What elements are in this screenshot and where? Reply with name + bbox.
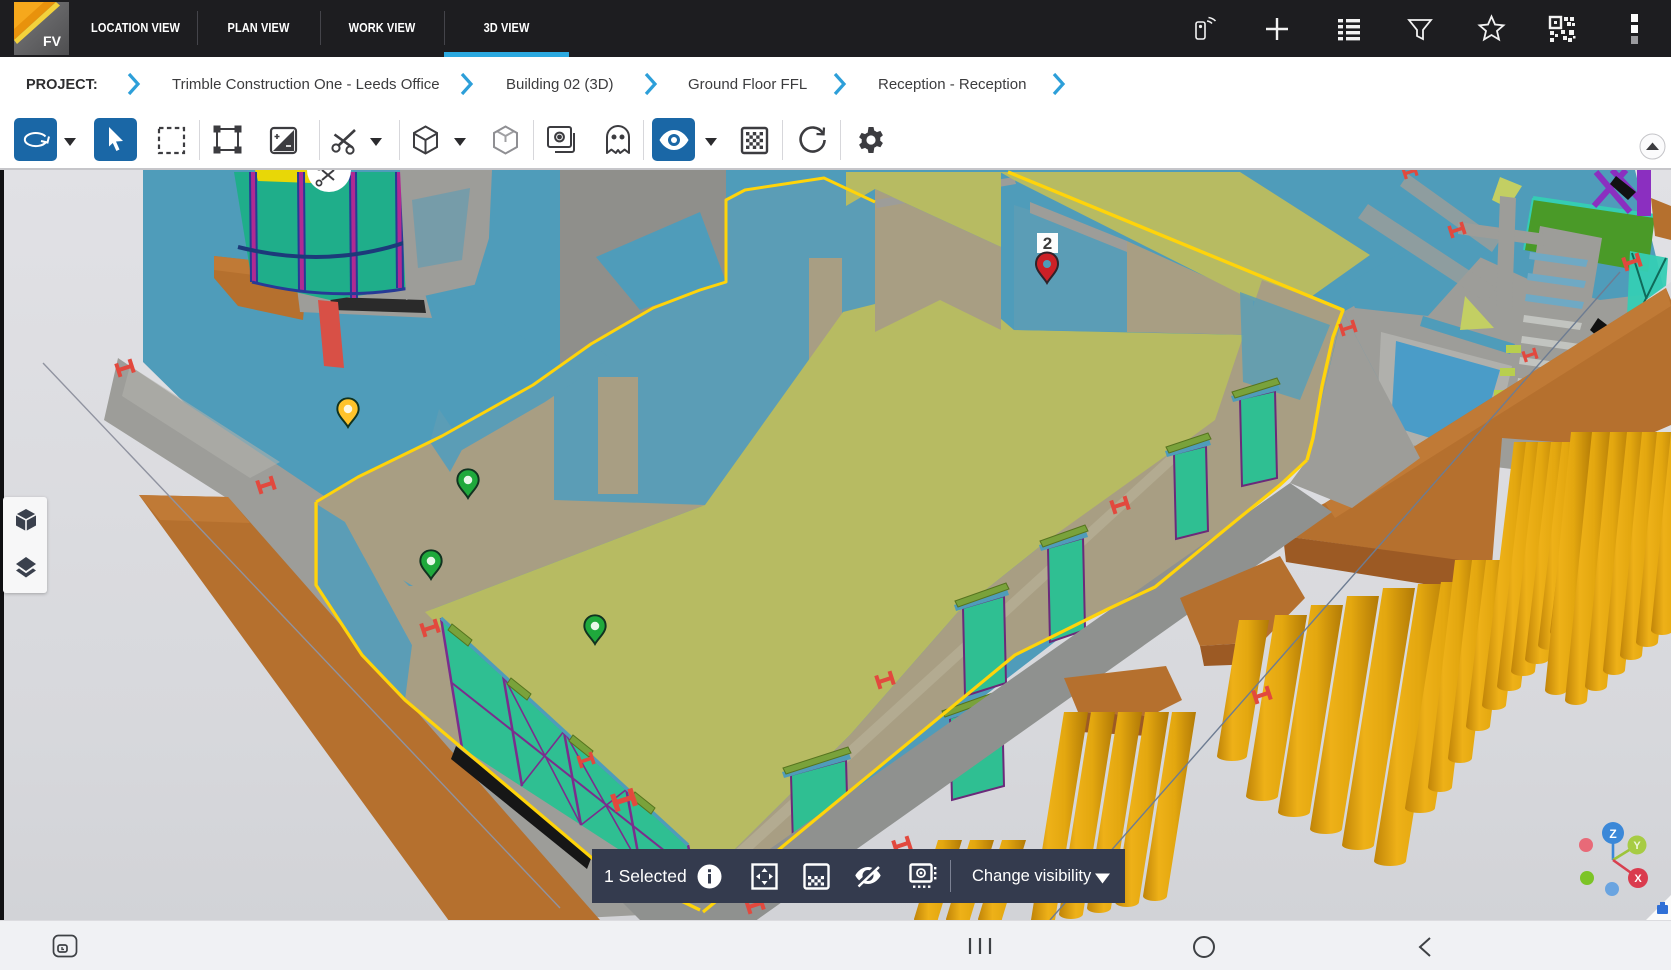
svg-text:X: X (1634, 873, 1642, 885)
svg-text:FV: FV (43, 33, 62, 49)
svg-text:Y: Y (1633, 840, 1641, 852)
svg-text:2: 2 (1043, 234, 1052, 253)
svg-text:Z: Z (1609, 827, 1616, 841)
